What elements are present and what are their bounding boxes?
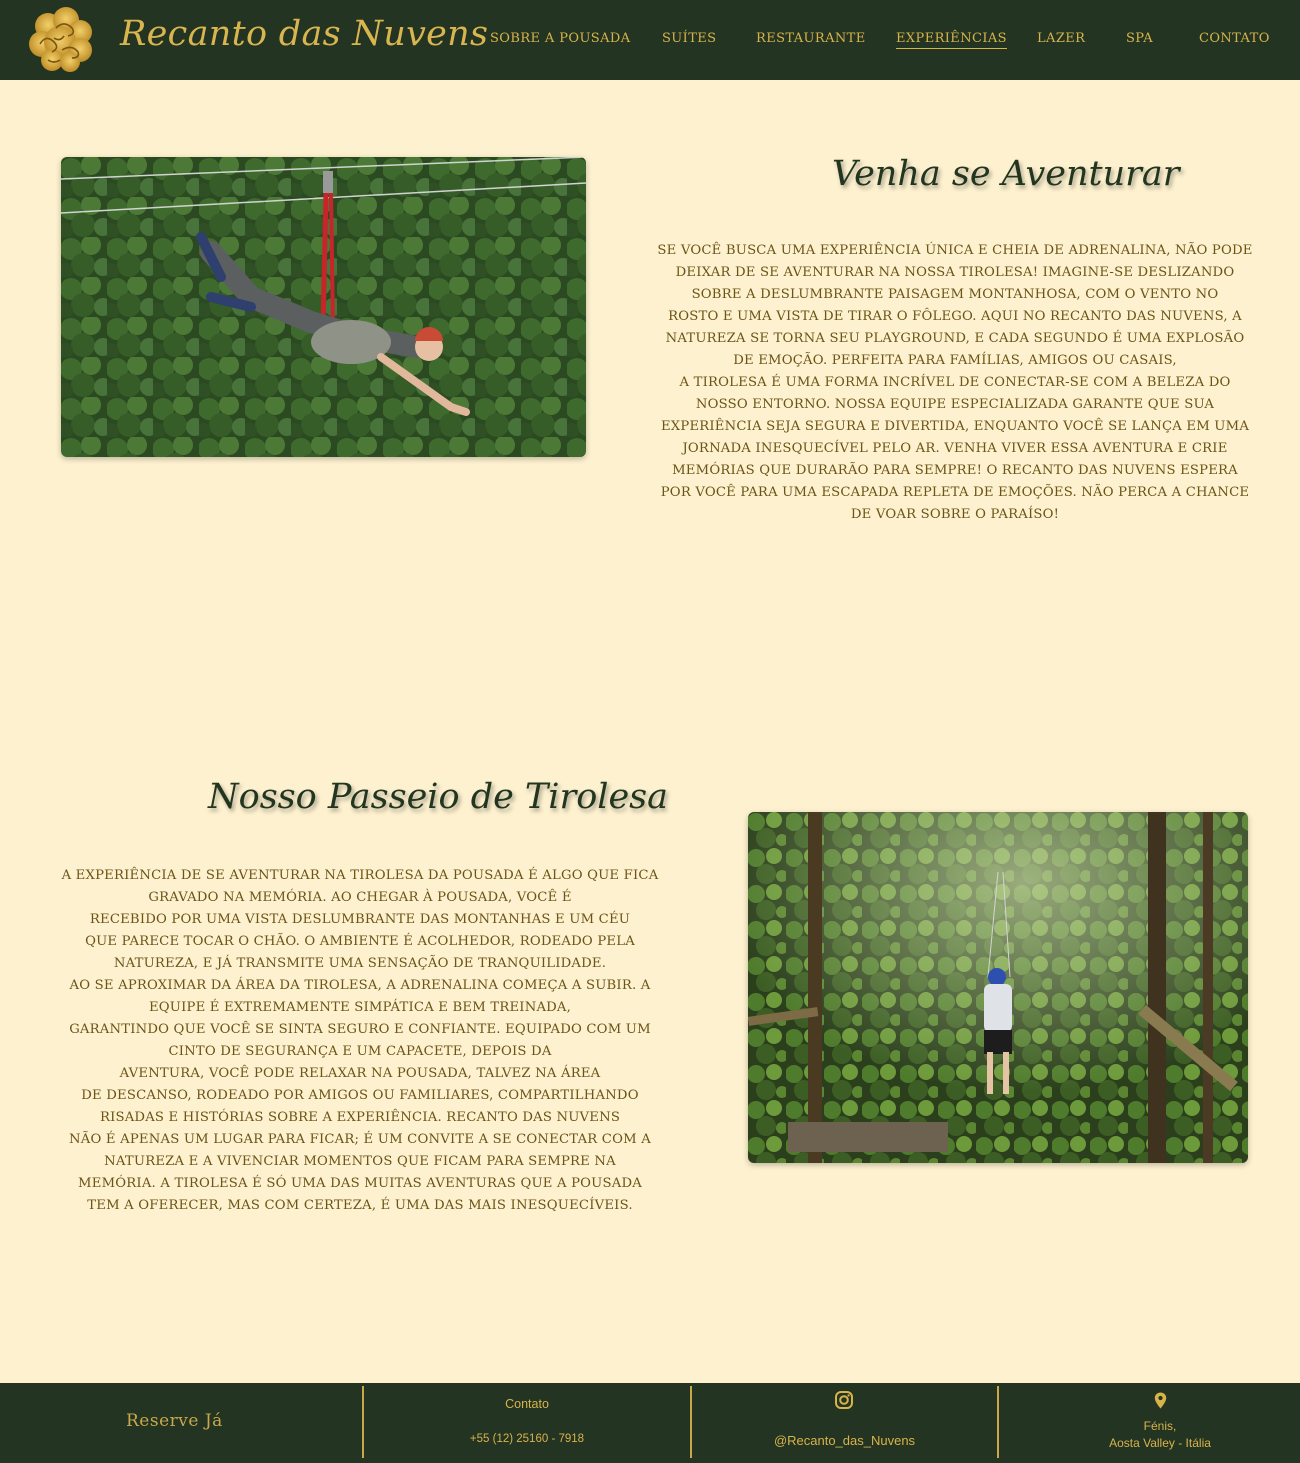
text-line: equipe é extremamente simpática e bem tr… bbox=[148, 1000, 572, 1015]
footer-location-line1: Fénis, bbox=[1143, 1419, 1177, 1433]
site-footer: Reserve Já Contato +55 (12) 25160 - 7918… bbox=[0, 1383, 1300, 1463]
text-line: deixar de se aventurar na nossa tirolesa… bbox=[675, 265, 1235, 280]
zipline-tour-description: A experiência de se aventurar na tiroles… bbox=[55, 865, 665, 1217]
nav-sobre-a-pousada[interactable]: Sobre a Pousada bbox=[490, 31, 631, 46]
text-line: cinto de segurança e um capacete, depois… bbox=[168, 1044, 552, 1059]
text-line: risadas e histórias sobre a experiência.… bbox=[99, 1110, 621, 1125]
zipline-photo-forest bbox=[61, 157, 586, 457]
site-header: Recanto das Nuvens Sobre a Pousada Suíte… bbox=[0, 0, 1300, 80]
text-line: nosso entorno. Nossa equipe especializad… bbox=[695, 397, 1215, 412]
instagram-icon[interactable] bbox=[834, 1390, 854, 1410]
footer-contact-title: Contato bbox=[505, 1397, 549, 1411]
zipline-photo-trail bbox=[748, 812, 1248, 1163]
text-line: jornada inesquecível pelo ar. Venha vive… bbox=[682, 441, 1228, 456]
text-line: natureza, e já transmite uma sensação de… bbox=[113, 956, 607, 971]
text-line: de voar sobre o paraíso! bbox=[850, 507, 1060, 522]
text-line: que parece tocar o chão. O ambiente é ac… bbox=[85, 934, 635, 949]
nav-spa[interactable]: Spa bbox=[1126, 31, 1153, 46]
text-line: experiência seja segura e divertida, enq… bbox=[660, 419, 1250, 434]
nav-lazer[interactable]: Lazer bbox=[1037, 31, 1085, 46]
text-line: não é apenas um lugar para ficar; é um c… bbox=[69, 1132, 651, 1147]
brand-name[interactable]: Recanto das Nuvens bbox=[120, 14, 488, 54]
nav-experiencias[interactable]: Experiências bbox=[896, 31, 1007, 49]
footer-divider bbox=[997, 1386, 999, 1458]
text-line: de descanso, rodeado por amigos ou famil… bbox=[81, 1088, 639, 1103]
footer-phone[interactable]: +55 (12) 25160 - 7918 bbox=[364, 1433, 690, 1445]
text-line: de emoção. Perfeita para famílias, amigo… bbox=[733, 353, 1177, 368]
text-line: Se você busca uma experiência única e ch… bbox=[657, 243, 1253, 258]
nav-restaurante[interactable]: Restaurante bbox=[756, 31, 866, 46]
text-line: rosto e uma vista de tirar o fôlego. Aqu… bbox=[668, 309, 1242, 324]
text-line: natureza e a vivenciar momentos que fica… bbox=[104, 1154, 616, 1169]
text-line: natureza se torna seu playground, e cada… bbox=[665, 331, 1245, 346]
text-line: Ao se aproximar da área da tirolesa, a a… bbox=[69, 978, 651, 993]
text-line: A experiência de se aventurar na tiroles… bbox=[61, 868, 659, 883]
text-line: sobre a deslumbrante paisagem montanhosa… bbox=[691, 287, 1219, 302]
text-line: garantindo que você se sinta seguro e co… bbox=[69, 1022, 651, 1037]
text-line: memórias que durarão para sempre! O Reca… bbox=[672, 463, 1238, 478]
map-pin-icon bbox=[1154, 1392, 1167, 1409]
text-line: tem a oferecer, mas com certeza, é uma d… bbox=[87, 1198, 633, 1213]
nav-suites[interactable]: Suítes bbox=[662, 31, 716, 46]
text-line: memória. A tirolesa é só uma das muitas … bbox=[78, 1176, 642, 1191]
text-line: a tirolesa é uma forma incrível de conec… bbox=[679, 375, 1231, 390]
text-line: gravado na memória. Ao chegar à pousada,… bbox=[148, 890, 572, 905]
footer-instagram-handle[interactable]: @Recanto_das_Nuvens bbox=[692, 1433, 997, 1448]
section-title-zipline-tour: Nosso Passeio de Tirolesa bbox=[208, 777, 669, 817]
nav-contato[interactable]: Contato bbox=[1199, 31, 1270, 46]
footer-location-line2: Aosta Valley - Itália bbox=[1109, 1436, 1211, 1450]
adventure-description: Se você busca uma experiência única e ch… bbox=[650, 240, 1260, 526]
text-line: por você para uma escapada repleta de em… bbox=[660, 485, 1250, 500]
section-title-adventure: Venha se Aventurar bbox=[832, 154, 1180, 194]
text-line: aventura, você pode relaxar na pousada, … bbox=[119, 1066, 601, 1081]
text-line: recebido por uma vista deslumbrante das … bbox=[89, 912, 631, 927]
reserve-button[interactable]: Reserve Já bbox=[126, 1411, 223, 1431]
cloud-logo-icon[interactable] bbox=[26, 6, 96, 74]
